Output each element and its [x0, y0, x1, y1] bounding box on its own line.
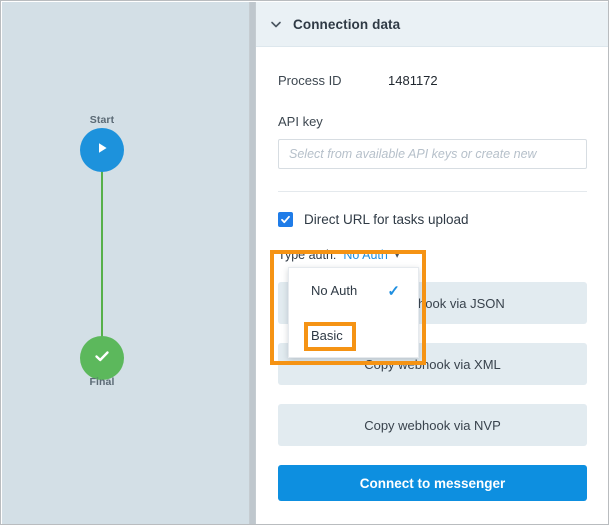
section-divider [278, 191, 587, 192]
chevron-down-icon[interactable] [269, 17, 283, 31]
check-icon [92, 346, 112, 371]
api-key-input[interactable] [278, 139, 587, 169]
connection-data-header[interactable]: Connection data [256, 2, 608, 47]
connect-to-messenger-button[interactable]: Connect to messenger [278, 465, 587, 501]
connection-data-panel: Connection data Process ID 1481172 API k… [256, 2, 608, 524]
flow-node-label-start: Start [89, 114, 115, 126]
process-id-value: 1481172 [388, 73, 438, 88]
dropdown-option-label: Basic [311, 328, 343, 343]
direct-url-row[interactable]: Direct URL for tasks upload [278, 212, 587, 227]
process-flow-canvas[interactable]: Start Final [2, 2, 249, 524]
page-title: Connection data [293, 16, 401, 32]
type-auth-selector[interactable]: Type auth: No Auth ▾ [278, 246, 587, 264]
flow-node-start[interactable] [80, 128, 124, 172]
dropdown-option-no-auth[interactable]: No Auth ✓ [289, 268, 418, 313]
check-icon: ✓ [387, 282, 400, 300]
app-window: Start Final Connection data Process ID 1… [0, 0, 609, 525]
direct-url-checkbox[interactable] [278, 212, 293, 227]
play-icon [94, 140, 110, 161]
dropdown-option-basic[interactable]: Basic [289, 313, 418, 358]
process-id-label: Process ID [278, 73, 342, 88]
type-auth-selected-value[interactable]: No Auth [343, 248, 387, 262]
flow-node-final[interactable] [80, 336, 124, 380]
type-auth-dropdown-menu[interactable]: No Auth ✓ Basic [288, 267, 419, 358]
caret-down-icon[interactable]: ▾ [395, 250, 400, 260]
copy-webhook-nvp-button[interactable]: Copy webhook via NVP [278, 404, 587, 446]
panel-divider-track [250, 2, 255, 524]
direct-url-label: Direct URL for tasks upload [304, 212, 469, 227]
panel-resize-divider[interactable] [249, 2, 256, 524]
flow-connector-start-to-final [101, 150, 103, 358]
process-id-row: Process ID 1481172 [278, 73, 587, 88]
type-auth-label: Type auth: [278, 248, 337, 262]
dropdown-option-label: No Auth [311, 283, 358, 298]
api-key-label: API key [278, 114, 323, 129]
flow-node-label-final: Final [89, 376, 115, 388]
